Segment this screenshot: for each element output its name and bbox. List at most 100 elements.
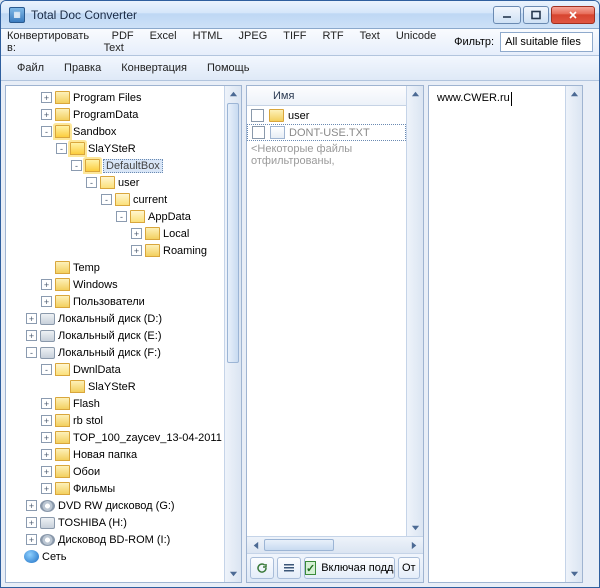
maximize-button[interactable] xyxy=(523,6,549,24)
tree-node[interactable]: -DwnlData xyxy=(8,361,224,378)
tree-node[interactable]: +TOP_100_zaycev_13-04-2011 xyxy=(8,429,224,446)
tree-node[interactable]: +Дисковод BD-ROM (I:) xyxy=(8,531,224,548)
tree-node[interactable]: +Фильмы xyxy=(8,480,224,497)
scroll-down-icon[interactable] xyxy=(225,565,241,582)
filter-message: <Некоторые файлы отфильтрованы, xyxy=(247,141,406,169)
scroll-left-icon[interactable] xyxy=(247,537,264,553)
tree-node[interactable]: -current xyxy=(8,191,224,208)
tree-scrollbar-v[interactable] xyxy=(224,86,241,582)
refresh-button[interactable] xyxy=(250,557,274,579)
expand-icon[interactable]: + xyxy=(131,245,142,256)
preview-scrollbar-v[interactable] xyxy=(565,86,582,582)
collapse-icon[interactable]: - xyxy=(41,126,52,137)
expand-icon[interactable]: + xyxy=(41,483,52,494)
scroll-thumb[interactable] xyxy=(264,539,334,551)
filter-dropdown[interactable]: All suitable files xyxy=(500,32,593,52)
tree-node[interactable]: +Flash xyxy=(8,395,224,412)
expand-icon[interactable]: + xyxy=(41,296,52,307)
tree-node[interactable]: +Новая папка xyxy=(8,446,224,463)
expand-icon[interactable]: + xyxy=(26,500,37,511)
expand-icon[interactable]: + xyxy=(41,109,52,120)
expand-spacer xyxy=(41,262,52,273)
expand-icon[interactable]: + xyxy=(41,466,52,477)
tree-node[interactable]: -Локальный диск (F:) xyxy=(8,344,224,361)
tree-node[interactable]: SlaYSteR xyxy=(8,378,224,395)
scroll-up-icon[interactable] xyxy=(225,86,241,103)
expand-icon[interactable]: + xyxy=(41,279,52,290)
tree-node[interactable]: +Локальный диск (D:) xyxy=(8,310,224,327)
preview-text[interactable]: www.CWER.ru xyxy=(429,86,565,582)
list-scrollbar-h[interactable] xyxy=(247,536,423,553)
tree-node[interactable]: + rb stol xyxy=(8,412,224,429)
tree-node[interactable]: +Roaming xyxy=(8,242,224,259)
collapse-icon[interactable]: - xyxy=(41,364,52,375)
expand-icon[interactable]: + xyxy=(26,313,37,324)
expand-icon[interactable]: + xyxy=(41,449,52,460)
collapse-icon[interactable]: - xyxy=(116,211,127,222)
list-row[interactable]: user xyxy=(247,107,406,124)
expand-icon[interactable]: + xyxy=(26,517,37,528)
minimize-button[interactable] xyxy=(493,6,521,24)
folder-icon xyxy=(145,244,160,257)
convert-tiff-button[interactable]: TIFF xyxy=(275,26,314,46)
convert-text-button[interactable]: Text xyxy=(352,26,388,46)
list-row[interactable]: DONT-USE.TXT xyxy=(247,124,406,141)
net-icon xyxy=(24,550,39,563)
expand-icon[interactable]: + xyxy=(41,398,52,409)
tree-node[interactable]: Temp xyxy=(8,259,224,276)
titlebar[interactable]: ▦ Total Doc Converter xyxy=(1,1,599,29)
mark-button[interactable]: От xyxy=(398,557,420,579)
collapse-icon[interactable]: - xyxy=(71,160,82,171)
collapse-icon[interactable]: - xyxy=(26,347,37,358)
tree-node[interactable]: -AppData xyxy=(8,208,224,225)
convert-rtf-button[interactable]: RTF xyxy=(314,26,351,46)
expand-icon[interactable]: + xyxy=(131,228,142,239)
tree-node[interactable]: +DVD RW дисковод (G:) xyxy=(8,497,224,514)
expand-icon[interactable]: + xyxy=(41,92,52,103)
convert-excel-button[interactable]: Excel xyxy=(142,26,185,46)
tree-node[interactable]: +Windows xyxy=(8,276,224,293)
collapse-icon[interactable]: - xyxy=(101,194,112,205)
folder-tree[interactable]: +Program Files+ProgramData-Sandbox-SlaYS… xyxy=(6,86,224,582)
tree-node[interactable]: -DefaultBox xyxy=(8,157,224,174)
tree-node[interactable]: +TOSHIBA (H:) xyxy=(8,514,224,531)
expand-icon[interactable]: + xyxy=(26,330,37,341)
tree-node[interactable]: -SlaYSteR xyxy=(8,140,224,157)
tree-node[interactable]: +Пользователи xyxy=(8,293,224,310)
list-header-name[interactable]: Имя xyxy=(247,86,406,106)
expand-icon[interactable]: + xyxy=(41,432,52,443)
file-list[interactable]: userDONT-USE.TXT<Некоторые файлы отфильт… xyxy=(247,106,406,536)
scroll-up-icon[interactable] xyxy=(407,86,423,103)
optical-icon xyxy=(40,534,55,546)
collapse-icon[interactable]: - xyxy=(86,177,97,188)
row-checkbox[interactable] xyxy=(252,126,265,139)
convert-jpeg-button[interactable]: JPEG xyxy=(231,26,276,46)
tree-node[interactable]: +Обои xyxy=(8,463,224,480)
scroll-up-icon[interactable] xyxy=(566,86,582,103)
expand-icon[interactable]: + xyxy=(26,534,37,545)
scroll-down-icon[interactable] xyxy=(407,519,423,536)
tree-node[interactable]: Сеть xyxy=(8,548,224,565)
include-subdirs-button[interactable]: ✓ Включая поддиректории xyxy=(304,557,395,579)
menu-Помощь[interactable]: Помощь xyxy=(197,58,260,78)
tree-node[interactable]: +Local xyxy=(8,225,224,242)
scroll-right-icon[interactable] xyxy=(406,537,423,553)
list-view-button[interactable] xyxy=(277,557,301,579)
list-scrollbar-v[interactable] xyxy=(406,86,423,536)
tree-node[interactable]: +ProgramData xyxy=(8,106,224,123)
row-checkbox[interactable] xyxy=(251,109,264,122)
close-button[interactable] xyxy=(551,6,595,24)
collapse-icon[interactable]: - xyxy=(56,143,67,154)
tree-node[interactable]: -Sandbox xyxy=(8,123,224,140)
scroll-thumb[interactable] xyxy=(227,103,239,363)
expand-icon[interactable]: + xyxy=(41,415,52,426)
menu-Правка[interactable]: Правка xyxy=(54,58,111,78)
tree-node[interactable]: +Локальный диск (E:) xyxy=(8,327,224,344)
tree-node[interactable]: +Program Files xyxy=(8,89,224,106)
convert-html-button[interactable]: HTML xyxy=(185,26,231,46)
menu-Файл[interactable]: Файл xyxy=(7,58,54,78)
tree-node[interactable]: -user xyxy=(8,174,224,191)
scroll-down-icon[interactable] xyxy=(566,565,582,582)
tree-node-label: rb stol xyxy=(73,415,103,427)
menu-Конвертация[interactable]: Конвертация xyxy=(111,58,197,78)
